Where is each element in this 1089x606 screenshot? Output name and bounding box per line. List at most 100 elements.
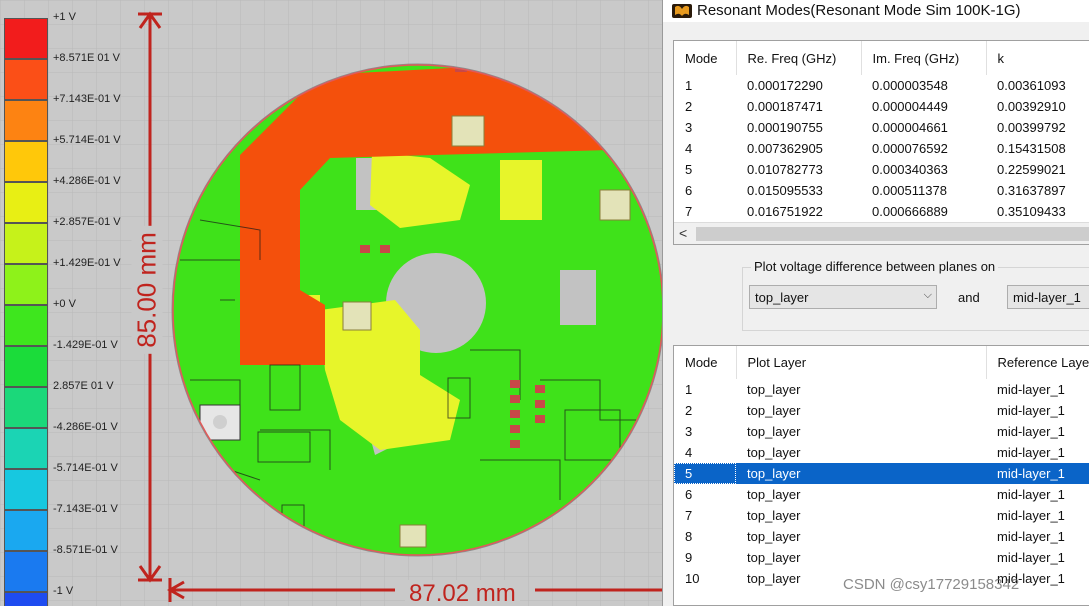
plot-voltage-label: Plot voltage difference between planes o… [751,259,999,274]
layers-column-header[interactable]: Reference Layer [986,346,1089,379]
layers-table-cell: 5 [674,463,736,484]
modes-table-cell: 0.00361093 [997,78,1066,93]
modes-table-cell: 0.000187471 [747,99,823,114]
legend-swatch [4,305,48,346]
modes-table-cell: 0.000076592 [872,141,948,156]
and-label: and [958,290,980,305]
layers-table-cell: mid-layer_1 [997,403,1065,418]
modes-column-header[interactable]: Mode [674,41,737,75]
layers-table-cell: mid-layer_1 [997,508,1065,523]
legend-label: +2.857E-01 V [53,216,121,228]
layers-table-row[interactable]: 2 top_layer mid-layer_1 [674,400,1089,421]
layers-table-cell: 6 [685,487,693,502]
modes-table-row[interactable]: 3 0.000190755 0.000004661 0.00399792 [674,117,1089,138]
legend-swatch [4,223,48,264]
layers-table-cell: 3 [685,424,693,439]
app-logo-icon [672,4,692,18]
layers-table-cell: top_layer [747,445,801,460]
legend-label: +0 V [53,298,76,310]
modes-table-row[interactable]: 6 0.015095533 0.000511378 0.31637897 [674,180,1089,201]
legend-label: -1.429E-01 V [53,339,118,351]
modes-table-cell: 3 [685,120,693,135]
modes-column-header[interactable]: Re. Freq (GHz) [736,41,862,75]
layers-table-row[interactable]: 5 top_layer mid-layer_1 [674,463,1089,484]
modes-table-row[interactable]: 4 0.007362905 0.000076592 0.15431508 [674,138,1089,159]
layers-column-header[interactable]: Mode [674,346,737,379]
resonant-modes-table-panel[interactable]: Mode Re. Freq (GHz) Im. Freq (GHz) k 1 0.000… [673,40,1089,245]
legend-swatch [4,182,48,223]
layers-table-cell: 10 [685,571,700,586]
modes-table-row[interactable]: 1 0.000172290 0.000003548 0.00361093 [674,75,1089,96]
chevron-down-icon[interactable]: ⌵ [924,289,932,302]
legend-label: -8.571E-01 V [53,544,118,556]
legend-label: +4.286E-01 V [53,175,121,187]
legend-swatch [4,428,48,469]
layers-table-cell: 9 [685,550,693,565]
plot-layers-table-panel[interactable]: Mode Plot Layer Reference Layer 1 top_layer… [673,345,1089,606]
resonant-modes-table[interactable]: Mode Re. Freq (GHz) Im. Freq (GHz) k 1 0.000… [674,41,1089,222]
legend-label: -7.143E-01 V [53,503,118,515]
scroll-thumb[interactable] [696,227,1089,241]
resonant-modes-dialog: Resonant Modes(Resonant Mode Sim 100K-1G… [662,0,1089,606]
layers-table-cell: mid-layer_1 [997,487,1065,502]
layers-table-row[interactable]: 8 top_layer mid-layer_1 [674,526,1089,547]
layers-table-cell: mid-layer_1 [997,382,1065,397]
plane-b-select[interactable]: mid-layer_1 [1007,285,1089,309]
layers-table-row[interactable]: 4 top_layer mid-layer_1 [674,442,1089,463]
layers-table-cell: 7 [685,508,693,523]
modes-table-row[interactable]: 7 0.016751922 0.000666889 0.35109433 [674,201,1089,222]
modes-table-cell: 0.000340363 [872,162,948,177]
scroll-left-arrow-icon[interactable]: < [679,225,687,241]
layers-table-cell: top_layer [747,487,801,502]
modes-table-row[interactable]: 5 0.010782773 0.000340363 0.22599021 [674,159,1089,180]
modes-table-cell: 4 [685,141,693,156]
title-bar[interactable]: Resonant Modes(Resonant Mode Sim 100K-1G… [663,0,1089,22]
modes-table-row[interactable]: 2 0.000187471 0.000004449 0.00392910 [674,96,1089,117]
voltage-plot-viewport[interactable]: +1 V +8.571E 01 V +7.143E-01 V +5.714E-01 V… [0,0,662,606]
layers-table-cell: top_layer [747,550,801,565]
legend-swatch [4,59,48,100]
plane-a-select[interactable]: top_layer ⌵ [749,285,937,309]
voltage-color-legend: +1 V +8.571E 01 V +7.143E-01 V +5.714E-01 V… [0,8,138,606]
modes-table-cell: 0.000003548 [872,78,948,93]
modes-column-header[interactable]: Im. Freq (GHz) [861,41,987,75]
legend-swatch [4,18,48,59]
modes-table-cell: 0.00392910 [997,99,1066,114]
plot-layers-table[interactable]: Mode Plot Layer Reference Layer 1 top_layer… [674,346,1089,589]
modes-table-header: Mode Re. Freq (GHz) Im. Freq (GHz) k [674,41,1089,75]
legend-swatch [4,264,48,305]
legend-swatch [4,141,48,182]
legend-swatch [4,387,48,428]
yellow-plane-right [500,160,542,220]
layers-table-cell: top_layer [747,508,801,523]
layers-column-header[interactable]: Plot Layer [736,346,987,379]
layers-table-cell: mid-layer_1 [997,550,1065,565]
modes-table-cell: 0.000004661 [872,120,948,135]
layers-table-row[interactable]: 1 top_layer mid-layer_1 [674,379,1089,400]
legend-label: +7.143E-01 V [53,93,121,105]
layers-table-row[interactable]: 6 top_layer mid-layer_1 [674,484,1089,505]
legend-swatch [4,346,48,387]
cutout-right [560,270,596,325]
layers-table-cell: top_layer [747,403,801,418]
modes-table-cell: 0.35109433 [997,204,1066,219]
modes-horizontal-scrollbar[interactable]: < [674,222,1089,244]
layers-table-row[interactable]: 9 top_layer mid-layer_1 [674,547,1089,568]
legend-label: 2.857E 01 V [53,380,114,392]
modes-table-cell: 6 [685,183,693,198]
modes-table-cell: 0.007362905 [747,141,823,156]
layers-table-cell: mid-layer_1 [997,529,1065,544]
modes-table-cell: 2 [685,99,693,114]
plot-voltage-group: Plot voltage difference between planes o… [673,247,1089,335]
layers-table-row[interactable]: 3 top_layer mid-layer_1 [674,421,1089,442]
legend-label: +1 V [53,11,76,23]
layers-table-cell: mid-layer_1 [997,424,1065,439]
layers-table-cell: top_layer [747,424,801,439]
legend-label: -1 V [53,585,74,597]
layers-table-cell: 1 [685,382,693,397]
layers-table-row[interactable]: 7 top_layer mid-layer_1 [674,505,1089,526]
layers-table-cell: top_layer [747,529,801,544]
modes-column-header[interactable]: k [986,41,1089,75]
vertical-dimension-label: 85.00 mm [131,226,163,354]
layers-table-header: Mode Plot Layer Reference Layer [674,346,1089,379]
